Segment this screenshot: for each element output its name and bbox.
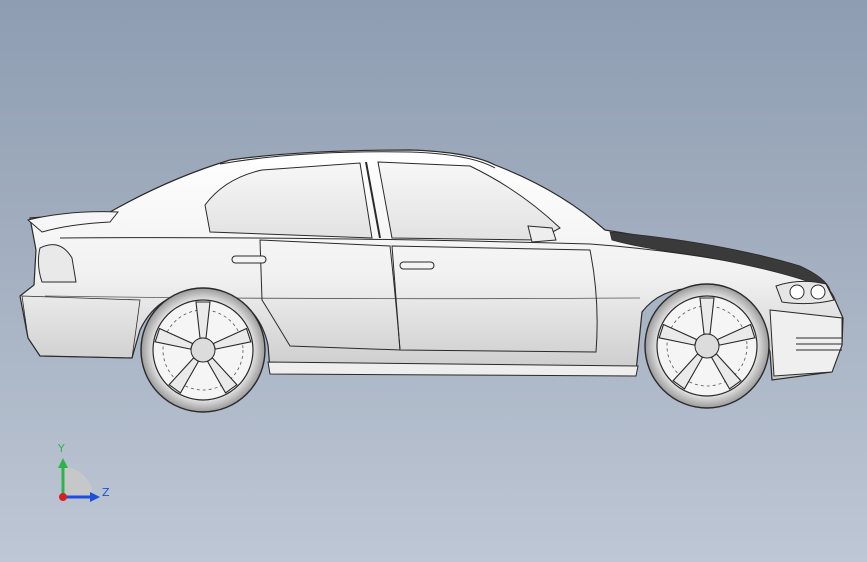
orientation-triad[interactable]: Y Z bbox=[40, 440, 120, 510]
rear-door-handle[interactable] bbox=[231, 255, 267, 264]
headlight-lens bbox=[810, 284, 826, 300]
car-model[interactable] bbox=[0, 0, 867, 562]
front-bumper bbox=[769, 309, 843, 377]
graphics-viewport[interactable]: Y Z bbox=[0, 0, 867, 562]
triad-y-label: Y bbox=[58, 442, 65, 455]
side-mirror[interactable] bbox=[527, 225, 557, 243]
triad-z-label: Z bbox=[102, 486, 110, 499]
triad-icon bbox=[58, 458, 100, 502]
headlight-lens bbox=[789, 284, 805, 300]
rear-wheel[interactable] bbox=[140, 287, 266, 413]
front-door-handle[interactable] bbox=[399, 261, 435, 270]
front-wheel[interactable] bbox=[644, 283, 770, 409]
